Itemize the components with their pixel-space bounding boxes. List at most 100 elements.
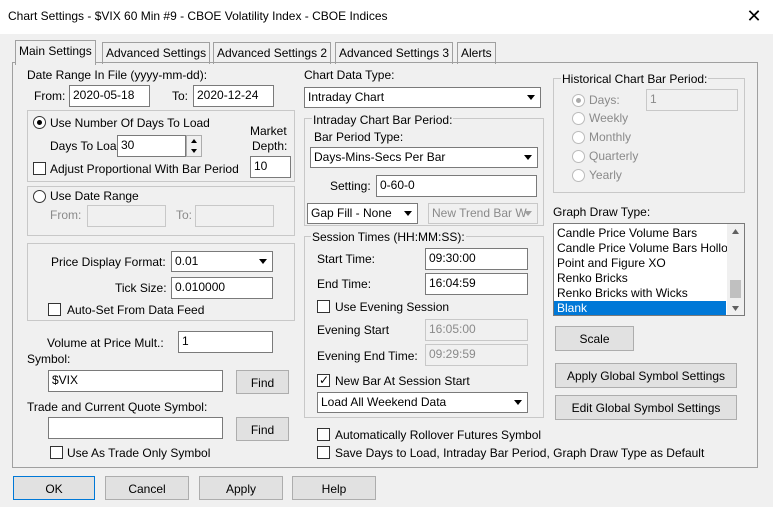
historical-label: Historical Chart Bar Period: xyxy=(561,72,709,86)
new-bar-checkbox[interactable] xyxy=(317,373,330,387)
symbol-field[interactable]: $VIX xyxy=(48,370,223,392)
list-item[interactable]: Point and Figure XO xyxy=(554,256,726,271)
close-icon[interactable]: ✕ xyxy=(743,3,765,29)
use-days-label: Use Number Of Days To Load xyxy=(50,116,210,130)
end-time-field[interactable]: 16:04:59 xyxy=(425,273,528,295)
chart-data-type-select[interactable]: Intraday Chart xyxy=(304,87,541,108)
to-label: To: xyxy=(172,89,189,103)
edit-global-settings-button[interactable]: Edit Global Symbol Settings xyxy=(555,395,737,420)
symbol-label: Symbol: xyxy=(27,352,71,366)
price-format-select[interactable]: 0.01 xyxy=(171,251,273,272)
trade-only-checkbox[interactable] xyxy=(50,446,63,459)
symbol-find-button[interactable]: Find xyxy=(236,370,289,394)
evening-start-field[interactable]: 16:05:00 xyxy=(425,319,528,341)
list-scrollbar[interactable] xyxy=(727,224,744,315)
historical-weekly-radio[interactable] xyxy=(572,112,585,125)
tab-alerts[interactable]: Alerts xyxy=(457,42,496,64)
use-evening-checkbox[interactable] xyxy=(317,300,330,313)
adjust-proportional-checkbox[interactable] xyxy=(33,162,46,175)
range-from-field[interactable] xyxy=(87,205,166,227)
price-format-label: Price Display Format: xyxy=(51,255,166,269)
chevron-down-icon xyxy=(521,205,535,222)
apply-global-settings-button[interactable]: Apply Global Symbol Settings xyxy=(555,363,737,388)
list-item[interactable]: Renko Bricks with Wicks xyxy=(554,286,726,301)
historical-days-radio[interactable] xyxy=(572,94,585,107)
trade-symbol-label: Trade and Current Quote Symbol: xyxy=(27,400,208,414)
chevron-down-icon xyxy=(511,394,525,411)
market-depth-field[interactable]: 10 xyxy=(250,156,291,178)
days-to-load-label: Days To Load: xyxy=(50,139,127,153)
weekend-data-value: Load All Weekend Data xyxy=(321,395,447,409)
range-to-label: To: xyxy=(176,208,193,222)
weekend-data-select[interactable]: Load All Weekend Data xyxy=(317,392,528,413)
chart-data-type-label: Chart Data Type: xyxy=(304,68,395,82)
to-date-field[interactable]: 2020-12-24 xyxy=(193,85,274,107)
setting-label: Setting: xyxy=(330,179,371,193)
list-item[interactable]: Candle Price Volume Bars xyxy=(554,226,726,241)
start-time-label: Start Time: xyxy=(317,252,376,266)
price-format-value: 0.01 xyxy=(175,254,199,268)
auto-set-label: Auto-Set From Data Feed xyxy=(67,303,205,317)
days-spinner[interactable] xyxy=(186,135,202,157)
use-date-range-label: Use Date Range xyxy=(50,189,139,203)
chevron-down-icon xyxy=(256,253,270,270)
bar-period-type-value: Days-Mins-Secs Per Bar xyxy=(314,150,446,164)
apply-button[interactable]: Apply xyxy=(199,476,283,500)
new-bar-label: New Bar At Session Start xyxy=(335,374,470,388)
historical-yearly-label: Yearly xyxy=(589,168,622,182)
from-date-field[interactable]: 2020-05-18 xyxy=(69,85,150,107)
help-button[interactable]: Help xyxy=(292,476,376,500)
ok-button[interactable]: OK xyxy=(13,476,95,500)
use-days-radio[interactable] xyxy=(33,116,46,129)
days-to-load-field[interactable]: 30 xyxy=(117,135,186,157)
tick-size-field[interactable]: 0.010000 xyxy=(171,277,273,299)
bar-period-type-select[interactable]: Days-Mins-Secs Per Bar xyxy=(310,147,538,168)
rollover-checkbox[interactable] xyxy=(317,428,330,441)
historical-weekly-label: Weekly xyxy=(589,111,629,125)
intraday-period-label: Intraday Chart Bar Period: xyxy=(312,113,454,127)
tab-advanced-settings[interactable]: Advanced Settings xyxy=(102,42,211,64)
cancel-button[interactable]: Cancel xyxy=(105,476,189,500)
evening-end-field[interactable]: 09:29:59 xyxy=(425,344,528,366)
scale-button[interactable]: Scale xyxy=(555,326,634,351)
market-depth-label-1: Market xyxy=(250,124,287,138)
chevron-down-icon xyxy=(521,149,535,166)
use-date-range-radio[interactable] xyxy=(33,190,46,203)
volume-mult-field[interactable]: 1 xyxy=(178,331,273,353)
tab-advanced-settings-2[interactable]: Advanced Settings 2 xyxy=(213,42,332,64)
end-time-label: End Time: xyxy=(317,277,372,291)
chart-data-type-value: Intraday Chart xyxy=(308,90,385,104)
tab-advanced-settings-3[interactable]: Advanced Settings 3 xyxy=(335,42,454,64)
list-item[interactable]: Renko Bricks xyxy=(554,271,726,286)
from-label: From: xyxy=(34,89,66,103)
new-trend-select[interactable]: New Trend Bar W xyxy=(428,203,538,224)
save-defaults-label: Save Days to Load, Intraday Bar Period, … xyxy=(335,446,705,460)
window-title: Chart Settings - $VIX 60 Min #9 - CBOE V… xyxy=(8,9,388,23)
trade-symbol-field[interactable] xyxy=(48,417,223,439)
trade-symbol-find-button[interactable]: Find xyxy=(236,417,289,441)
historical-yearly-radio[interactable] xyxy=(572,169,585,182)
historical-monthly-label: Monthly xyxy=(589,130,632,144)
scrollbar-arrows-icon xyxy=(730,229,741,311)
volume-mult-label: Volume at Price Mult.: xyxy=(47,336,164,350)
range-to-field[interactable] xyxy=(195,205,274,227)
historical-days-field[interactable]: 1 xyxy=(646,89,738,111)
tab-main-settings[interactable]: Main Settings xyxy=(15,40,96,65)
tick-size-label: Tick Size: xyxy=(115,281,167,295)
range-from-label: From: xyxy=(50,208,82,222)
start-time-field[interactable]: 09:30:00 xyxy=(425,248,528,270)
spinner-arrows-icon xyxy=(191,139,197,153)
list-item-selected[interactable]: Blank xyxy=(554,301,726,315)
setting-field[interactable]: 0-60-0 xyxy=(376,175,537,197)
historical-quarterly-radio[interactable] xyxy=(572,150,585,163)
historical-monthly-radio[interactable] xyxy=(572,131,585,144)
market-depth-label-2: Depth: xyxy=(252,139,288,153)
rollover-label: Automatically Rollover Futures Symbol xyxy=(335,428,542,442)
evening-start-label: Evening Start xyxy=(317,323,390,337)
gap-fill-select[interactable]: Gap Fill - None xyxy=(307,203,418,224)
trade-only-label: Use As Trade Only Symbol xyxy=(67,446,211,460)
save-defaults-checkbox[interactable] xyxy=(317,446,330,459)
graph-draw-list[interactable]: Candle Price Volume Bars Candle Price Vo… xyxy=(553,223,745,316)
list-item[interactable]: Candle Price Volume Bars Hollo xyxy=(554,241,728,256)
auto-set-checkbox[interactable] xyxy=(48,303,61,316)
